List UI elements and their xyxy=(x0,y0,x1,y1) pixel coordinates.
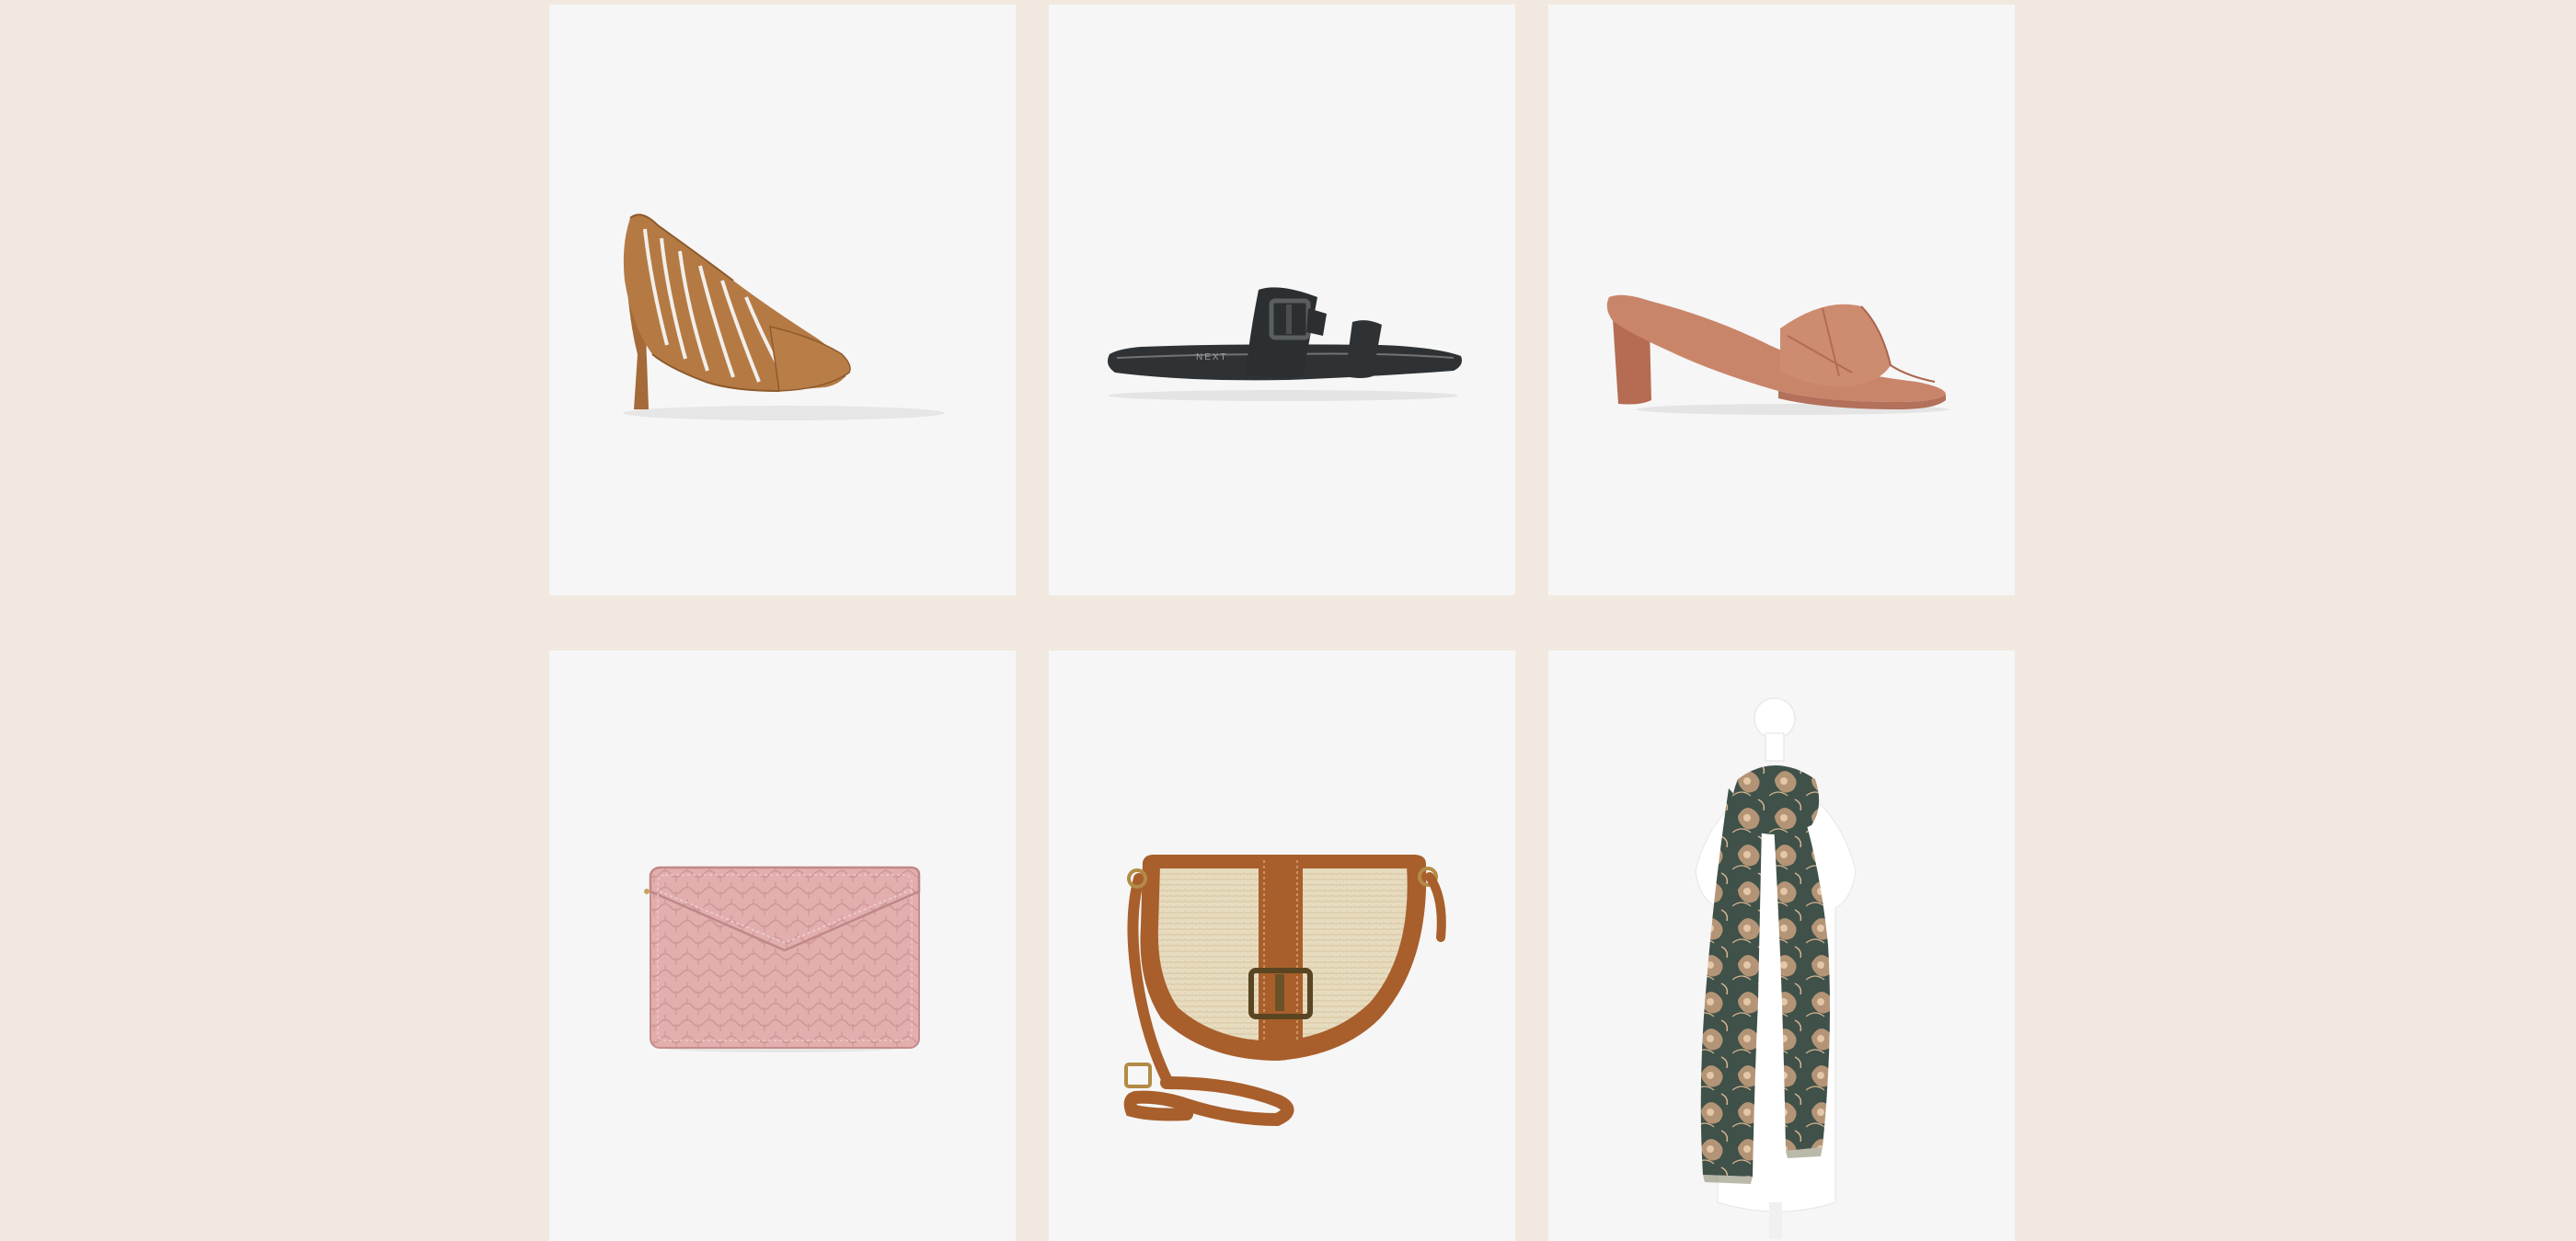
product-tile-pink-purse[interactable] xyxy=(549,650,1016,1241)
straw-saddle-crossbody-bag-image[interactable] xyxy=(1049,650,1515,1241)
product-grid: NEXT xyxy=(549,5,2016,1241)
black-buckle-slider-sandal-image[interactable]: NEXT xyxy=(1049,5,1515,595)
caged-stiletto-pump-image[interactable] xyxy=(549,5,1016,595)
product-tile-terracotta-mule[interactable] xyxy=(1548,5,2015,595)
product-tile-floral-scarf[interactable] xyxy=(1548,650,2015,1241)
product-tile-straw-bag[interactable] xyxy=(1049,650,1515,1241)
product-tile-caged-pump[interactable] xyxy=(549,5,1016,595)
floral-print-scarf-on-mannequin-image[interactable] xyxy=(1548,650,2015,1241)
product-tile-black-slider[interactable]: NEXT xyxy=(1049,5,1515,595)
pink-croc-envelope-purse-image[interactable] xyxy=(549,650,1016,1241)
sandal-brand-mark: NEXT xyxy=(1196,352,1228,362)
terracotta-block-heel-mule-image[interactable] xyxy=(1548,5,2015,595)
